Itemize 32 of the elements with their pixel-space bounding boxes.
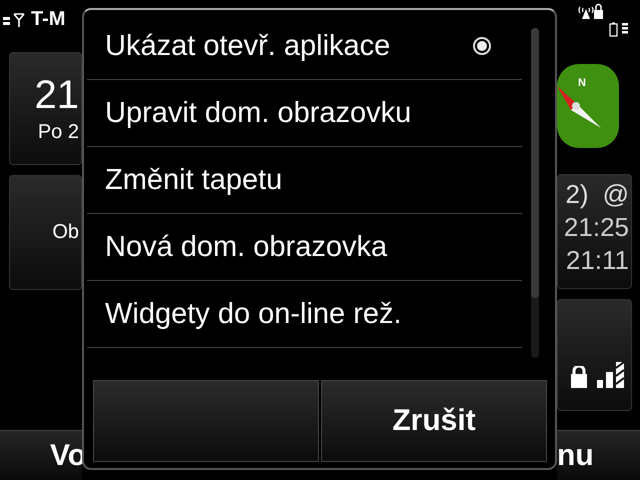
clock-date: Po 2 [38,121,79,144]
battery-icon [609,22,618,37]
operator-name: T-M [31,8,66,31]
menu-item[interactable]: Widgety do on-line rež. [87,281,522,348]
compass-icon[interactable]: N [557,64,619,148]
mail-widget[interactable]: 2) @ 21:25 21:11 [557,174,632,289]
battery-level-icon [622,22,628,34]
mail-time: 21:25 [564,212,629,243]
clock-widget[interactable]: 21 Po 2 [9,52,82,165]
scrollbar[interactable] [531,28,539,358]
widget-card[interactable]: Ob [9,175,82,290]
clock-time: 21 [34,73,79,117]
menu-item[interactable]: Změnit tapetu [87,147,522,214]
mail-at: @ [602,179,629,210]
mail-time: 21:11 [566,245,629,276]
mail-count: 2) [565,179,589,210]
menu-item-label: Nová dom. obrazovka [105,230,388,264]
menu-item[interactable]: Ukázat otevř. aplikace [87,13,522,80]
menu-item-label: Ukázat otevř. aplikace [105,30,390,62]
menu-item-label: Upravit dom. obrazovku [105,96,412,130]
radio-icon[interactable] [472,36,492,56]
antenna-icon [13,12,25,26]
lock-icon [571,366,587,388]
menu-item[interactable]: Nová dom. obrazovka [87,214,522,281]
empty-button[interactable] [93,380,319,462]
cancel-button[interactable]: Zrušit [321,380,547,462]
locked-connection-icon [577,3,604,20]
softkey[interactable]: nu [557,430,640,480]
menu-item-label: Změnit tapetu [105,164,282,196]
menu-item-label: Widgety do on-line rež. [105,298,402,330]
widget-text: Ob [52,221,79,244]
menu-item[interactable]: Upravit dom. obrazovku [87,80,522,147]
